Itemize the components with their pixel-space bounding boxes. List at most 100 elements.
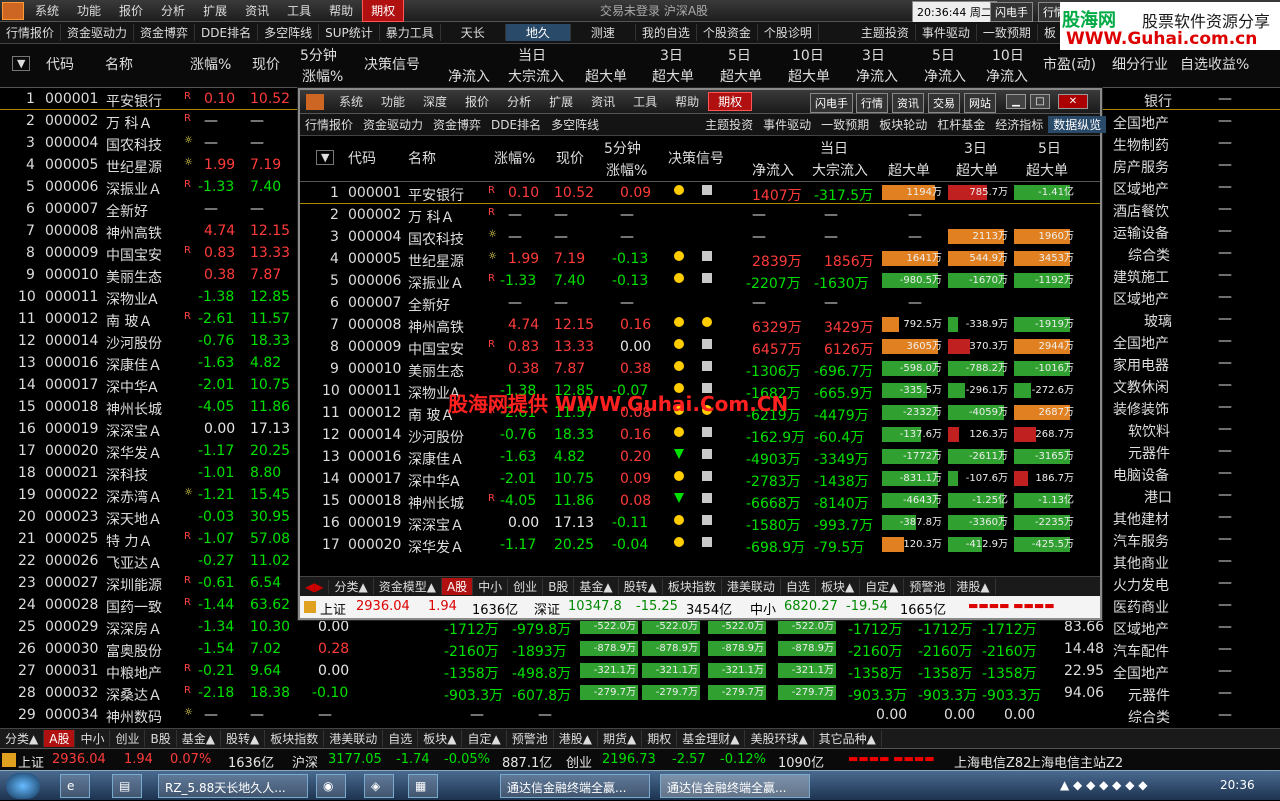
menu-options[interactable]: 期权 [362, 0, 405, 22]
stock-code[interactable]: 000032 [45, 685, 98, 701]
stock-code[interactable]: 000005 [45, 157, 98, 173]
win-header-super[interactable]: 超大单 [888, 160, 930, 180]
win-toolbar-item[interactable]: DDE排名 [486, 116, 546, 133]
tab-16[interactable]: 基金理财▲ [677, 730, 746, 747]
stock-code[interactable]: 000002 [45, 113, 98, 129]
win-tab-14[interactable]: 港股▲ [951, 578, 996, 595]
header-3d-super[interactable]: 超大单 [652, 66, 694, 86]
industry[interactable]: 区域地产 [1113, 179, 1169, 199]
stock-code[interactable]: 000018 [348, 493, 401, 509]
stock-code[interactable]: 000019 [45, 421, 98, 437]
stock-name[interactable]: 全新好 [408, 295, 450, 315]
column-settings-icon[interactable]: ▼ [12, 56, 31, 71]
industry[interactable]: 家用电器 [1113, 355, 1169, 375]
header-change[interactable]: 涨幅% [190, 54, 231, 74]
maximize-icon[interactable]: □ [1030, 94, 1050, 109]
toolbar-item[interactable]: 天长 [441, 24, 506, 41]
folder-icon[interactable]: ▤ [112, 774, 142, 798]
industry[interactable]: 银行 [1144, 91, 1172, 111]
stock-name[interactable]: 深中华A [106, 377, 158, 397]
industry[interactable]: 文教休闲 [1113, 377, 1169, 397]
stock-name[interactable]: 神州数码 [106, 707, 162, 727]
win-tab-3[interactable]: 中小 [473, 578, 509, 595]
stock-name[interactable]: 美丽生态 [408, 361, 464, 381]
industry[interactable]: 运输设备 [1113, 223, 1169, 243]
stock-code[interactable]: 000001 [348, 185, 401, 201]
win-toolbar-item[interactable]: 行情报价 [300, 116, 358, 133]
stock-code[interactable]: 000009 [45, 245, 98, 261]
table-row[interactable]: 6 000007 全新好 — — — — — — [300, 292, 1100, 314]
stock-name[interactable]: 深天地Ａ [106, 509, 162, 529]
industry[interactable]: 装修装饰 [1113, 399, 1169, 419]
win-menu-depth[interactable]: 深度 [414, 93, 456, 110]
tab-14[interactable]: 期货▲ [598, 730, 643, 747]
stock-name[interactable]: 深康佳Ａ [408, 449, 464, 469]
server-1[interactable]: 上海电信Z82 [954, 752, 1031, 771]
stock-name[interactable]: 深中华A [408, 471, 460, 491]
industry[interactable]: 软饮料 [1128, 421, 1170, 441]
menu-system[interactable]: 系统 [26, 2, 68, 19]
tab-4[interactable]: B股 [145, 730, 177, 747]
stock-name[interactable]: 万 科Ａ [408, 207, 454, 227]
table-row[interactable]: 29 000034 神州数码 ☼ — — — — — 0.00 0.00 0.00 综合类 — [0, 704, 1280, 726]
stock-code[interactable]: 000007 [348, 295, 401, 311]
industry[interactable]: 建筑施工 [1113, 267, 1169, 287]
header-10d-super[interactable]: 超大单 [788, 66, 830, 86]
stock-name[interactable]: 国药一致 [106, 597, 162, 617]
industry[interactable]: 其他商业 [1113, 553, 1169, 573]
toolbar-item[interactable]: 测速 [571, 24, 636, 41]
stock-code[interactable]: 000030 [45, 641, 98, 657]
win-header-5min[interactable]: 5分钟 [604, 138, 641, 158]
tray-clock[interactable]: 20:36 [1220, 778, 1255, 792]
menu-quote[interactable]: 报价 [110, 2, 152, 19]
toolbar-item[interactable]: 资金博弈 [134, 24, 196, 41]
industry[interactable]: 全国地产 [1113, 663, 1169, 683]
menu-function[interactable]: 功能 [68, 2, 110, 19]
stock-code[interactable]: 000006 [45, 179, 98, 195]
industry[interactable]: 汽车配件 [1113, 641, 1169, 661]
tab-17[interactable]: 美股环球▲ [745, 730, 814, 747]
start-button-icon[interactable] [6, 773, 40, 799]
industry[interactable]: 区域地产 [1113, 289, 1169, 309]
industry[interactable]: 综合类 [1128, 245, 1170, 265]
table-row[interactable]: 2 000002 万 科Ａ R — — — — — — [300, 204, 1100, 226]
stock-code[interactable]: 000021 [45, 465, 98, 481]
app-icon[interactable]: ◉ [316, 774, 346, 798]
stock-code[interactable]: 000001 [45, 91, 98, 107]
stock-code[interactable]: 000020 [45, 443, 98, 459]
stock-name[interactable]: 中国宝安 [408, 339, 464, 359]
win-toolbar-item[interactable]: 一致预期 [816, 116, 874, 133]
stock-code[interactable]: 000016 [348, 449, 401, 465]
header-5d-netin[interactable]: 净流入 [924, 66, 966, 86]
win-tab-10[interactable]: 自选 [781, 578, 816, 595]
minimize-icon[interactable]: ▁ [1006, 94, 1026, 109]
win-tab-2[interactable]: A股 [441, 578, 474, 595]
table-row[interactable]: 13 000016 深康佳Ａ -1.63 4.82 0.20 -4903万 -3349万 -17… [300, 446, 1100, 468]
tab-2[interactable]: 中小 [75, 730, 111, 747]
industry[interactable]: 元器件 [1128, 685, 1170, 705]
menu-info[interactable]: 资讯 [236, 2, 278, 19]
win-toolbar-item[interactable]: 板块轮动 [874, 116, 932, 133]
stock-code[interactable]: 000014 [45, 333, 98, 349]
stock-code[interactable]: 000010 [45, 267, 98, 283]
stock-name[interactable]: 万 科Ａ [106, 113, 152, 133]
win-menu-analysis[interactable]: 分析 [498, 93, 540, 110]
header-signal[interactable]: 决策信号 [364, 54, 420, 74]
table-row[interactable]: 27 000031 中粮地产 R -0.21 9.64 0.00 -1358万 -498.8万 -… [0, 660, 1280, 682]
industry[interactable]: 火力发电 [1113, 575, 1169, 595]
menu-help[interactable]: 帮助 [320, 2, 362, 19]
stock-name[interactable]: 深圳能源 [106, 575, 162, 595]
tab-scroll-icon[interactable]: ◀▶ [300, 579, 330, 594]
stock-name[interactable]: 神州长城 [106, 399, 162, 419]
stock-name[interactable]: 深振业Ａ [408, 273, 464, 293]
stock-name[interactable]: 深深宝Ａ [106, 421, 162, 441]
stock-name[interactable]: 深康佳Ａ [106, 355, 162, 375]
industry[interactable]: 全国地产 [1113, 333, 1169, 353]
win-toolbar-item[interactable]: 资金驱动力 [358, 116, 428, 133]
stock-code[interactable]: 000005 [348, 251, 401, 267]
tab-1[interactable]: A股 [44, 730, 76, 747]
win-toolbar-item[interactable]: 数据纵览 [1048, 116, 1107, 133]
stock-name[interactable]: 沙河股份 [408, 427, 464, 447]
stock-name[interactable]: 世纪星源 [408, 251, 464, 271]
industry[interactable]: 元器件 [1128, 443, 1170, 463]
